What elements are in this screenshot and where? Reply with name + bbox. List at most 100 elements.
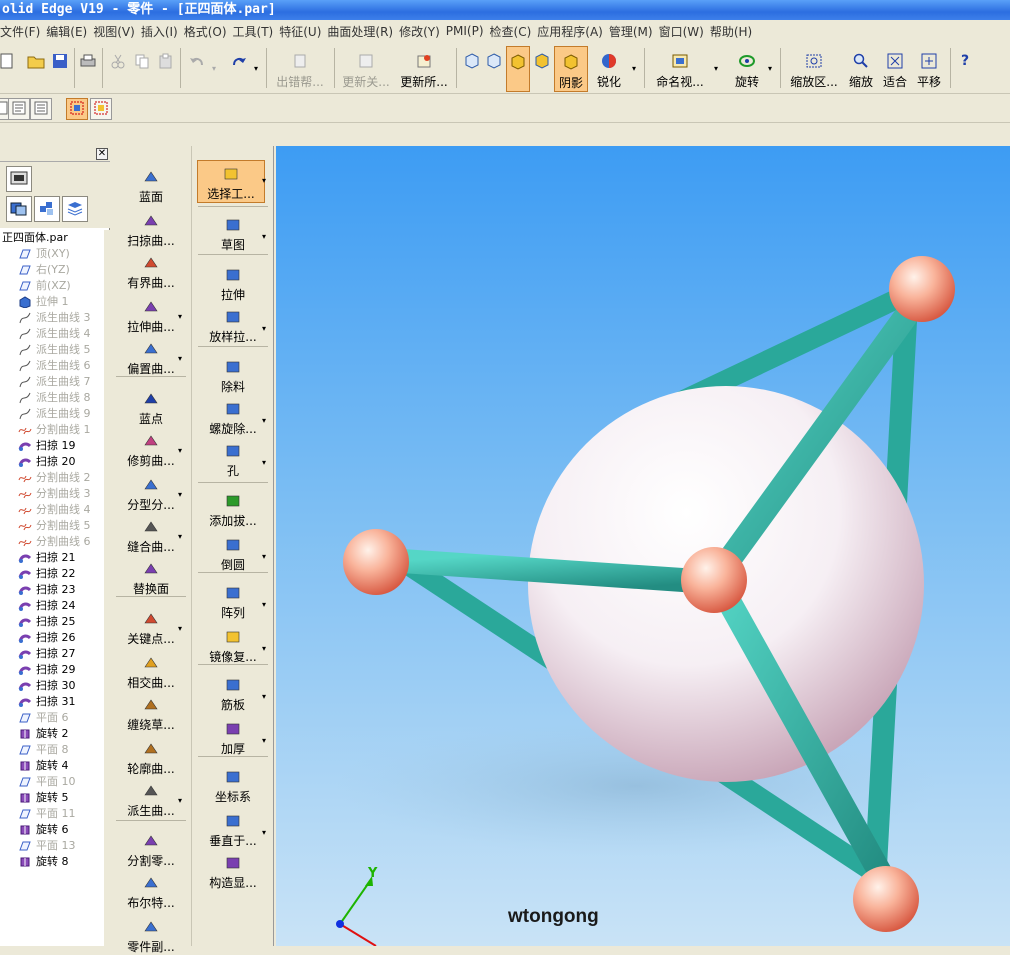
menu-tools[interactable]: 工具(T) bbox=[233, 23, 280, 40]
tree-item[interactable]: 派生曲线 4 bbox=[0, 326, 104, 342]
save-button[interactable] bbox=[50, 46, 70, 92]
rotate-dropdown-icon[interactable]: ▾ bbox=[768, 64, 772, 73]
surfacing-cmd-button[interactable]: 蓝点 bbox=[112, 390, 190, 427]
chevron-down-icon[interactable]: ▾ bbox=[262, 176, 266, 185]
tree-item[interactable]: 分割曲线 4 bbox=[0, 502, 104, 518]
chevron-down-icon[interactable]: ▾ bbox=[178, 490, 182, 499]
model-scene[interactable] bbox=[276, 146, 1010, 946]
shading-button[interactable]: 阴影 bbox=[554, 46, 588, 92]
tree-item[interactable]: 前(XZ) bbox=[0, 278, 104, 294]
menu-window[interactable]: 窗口(W) bbox=[659, 23, 710, 40]
menu-view[interactable]: 视图(V) bbox=[93, 23, 141, 40]
chevron-down-icon[interactable]: ▾ bbox=[262, 692, 266, 701]
chevron-down-icon[interactable]: ▾ bbox=[262, 600, 266, 609]
tree-item[interactable]: 平面 8 bbox=[0, 742, 104, 758]
feature-cmd-button[interactable]: 除料 bbox=[194, 358, 272, 395]
surfacing-cmd-button[interactable]: 分割零... bbox=[112, 832, 190, 869]
new-file-button[interactable] bbox=[0, 46, 14, 92]
menu-modify[interactable]: 修改(Y) bbox=[399, 23, 446, 40]
tree-item[interactable]: 扫掠 20 bbox=[0, 454, 104, 470]
tree-item[interactable]: 扫掠 25 bbox=[0, 614, 104, 630]
menu-format[interactable]: 格式(O) bbox=[184, 23, 233, 40]
tree-item[interactable]: 扫掠 19 bbox=[0, 438, 104, 454]
menu-surfacing[interactable]: 曲面处理(R) bbox=[327, 23, 399, 40]
surfacing-cmd-button[interactable]: 缠绕草... bbox=[112, 696, 190, 733]
view-dimetric-button[interactable] bbox=[484, 46, 504, 92]
tree-item[interactable]: 顶(XY) bbox=[0, 246, 104, 262]
error-help-button[interactable]: 出错帮... bbox=[272, 46, 328, 92]
sharpen-dropdown-icon[interactable]: ▾ bbox=[632, 64, 636, 73]
chevron-down-icon[interactable]: ▾ bbox=[262, 552, 266, 561]
tree-item[interactable]: 扫掠 29 bbox=[0, 662, 104, 678]
menu-inspect[interactable]: 检查(C) bbox=[490, 23, 538, 40]
tree-item[interactable]: 旋转 4 bbox=[0, 758, 104, 774]
feature-cmd-button[interactable]: 放样拉... bbox=[194, 308, 272, 345]
cut-button[interactable] bbox=[108, 46, 128, 92]
tree-item[interactable]: 派生曲线 7 bbox=[0, 374, 104, 390]
feature-cmd-button[interactable]: 加厚 bbox=[194, 720, 272, 757]
surfacing-cmd-button[interactable]: 替换面 bbox=[112, 560, 190, 597]
chevron-down-icon[interactable]: ▾ bbox=[178, 796, 182, 805]
tree-item[interactable]: 旋转 8 bbox=[0, 854, 104, 870]
tab-feature-library[interactable] bbox=[6, 166, 32, 192]
chevron-down-icon[interactable]: ▾ bbox=[262, 232, 266, 241]
pathfinder-scrollbar[interactable] bbox=[104, 230, 110, 946]
doc-list-button[interactable] bbox=[30, 98, 52, 120]
rotate-button[interactable]: 旋转 bbox=[730, 46, 764, 92]
menu-pmi[interactable]: PMI(P) bbox=[446, 24, 490, 38]
vertex-node-left[interactable] bbox=[343, 529, 409, 595]
surfacing-cmd-button[interactable]: 蓝面 bbox=[112, 168, 190, 205]
chevron-down-icon[interactable]: ▾ bbox=[262, 458, 266, 467]
tree-item[interactable]: 扫掠 24 bbox=[0, 598, 104, 614]
tree-item[interactable]: 扫掠 26 bbox=[0, 630, 104, 646]
doc-page-button[interactable] bbox=[8, 98, 30, 120]
tree-item[interactable]: 派生曲线 3 bbox=[0, 310, 104, 326]
feature-cmd-button[interactable]: 构造显... bbox=[194, 854, 272, 891]
tree-item[interactable]: 平面 13 bbox=[0, 838, 104, 854]
chevron-down-icon[interactable]: ▾ bbox=[178, 312, 182, 321]
surfacing-cmd-button[interactable]: 轮廓曲... bbox=[112, 740, 190, 777]
feature-cmd-button[interactable]: 坐标系 bbox=[194, 768, 272, 805]
tree-item[interactable]: 扫掠 23 bbox=[0, 582, 104, 598]
tab-pathfinder[interactable] bbox=[6, 196, 32, 222]
redo-dropdown-icon[interactable]: ▾ bbox=[254, 64, 258, 73]
feature-cmd-button[interactable]: 选择工... bbox=[197, 160, 265, 203]
tree-item[interactable]: 平面 6 bbox=[0, 710, 104, 726]
chevron-down-icon[interactable]: ▾ bbox=[178, 354, 182, 363]
tree-item[interactable]: 旋转 6 bbox=[0, 822, 104, 838]
graphics-window[interactable]: Y wtongong bbox=[276, 146, 1010, 946]
view-iso-button[interactable] bbox=[462, 46, 482, 92]
feature-cmd-button[interactable]: 螺旋除... bbox=[194, 400, 272, 437]
tree-item[interactable]: 扫掠 31 bbox=[0, 694, 104, 710]
tab-family-parts[interactable] bbox=[34, 196, 60, 222]
update-all-button[interactable]: 更新所... bbox=[396, 46, 452, 92]
tree-item[interactable]: 分割曲线 5 bbox=[0, 518, 104, 534]
feature-cmd-button[interactable]: 阵列 bbox=[194, 584, 272, 621]
tree-item[interactable]: 分割曲线 1 bbox=[0, 422, 104, 438]
pan-button[interactable]: 平移 bbox=[914, 46, 944, 92]
vertex-node-bottom[interactable] bbox=[853, 866, 919, 932]
tree-item[interactable]: 派生曲线 6 bbox=[0, 358, 104, 374]
context-help-button[interactable]: ? bbox=[954, 46, 976, 92]
menu-manage[interactable]: 管理(M) bbox=[609, 23, 659, 40]
tree-item[interactable]: 派生曲线 9 bbox=[0, 406, 104, 422]
surfacing-cmd-button[interactable]: 布尔特... bbox=[112, 874, 190, 911]
surfacing-cmd-button[interactable]: 相交曲... bbox=[112, 654, 190, 691]
chevron-down-icon[interactable]: ▾ bbox=[178, 446, 182, 455]
menu-applications[interactable]: 应用程序(A) bbox=[537, 23, 609, 40]
tree-item[interactable]: 平面 10 bbox=[0, 774, 104, 790]
tree-item[interactable]: 扫掠 22 bbox=[0, 566, 104, 582]
surfacing-cmd-button[interactable]: 零件副... bbox=[112, 918, 190, 955]
undo-dropdown-icon[interactable]: ▾ bbox=[212, 64, 216, 73]
menu-features[interactable]: 特征(U) bbox=[279, 23, 327, 40]
paste-button[interactable] bbox=[156, 46, 176, 92]
chevron-down-icon[interactable]: ▾ bbox=[262, 416, 266, 425]
feature-cmd-button[interactable]: 添加拔... bbox=[194, 492, 272, 529]
tree-item[interactable]: 分割曲线 6 bbox=[0, 534, 104, 550]
sharpen-button[interactable]: 锐化 bbox=[592, 46, 626, 92]
close-icon[interactable]: ✕ bbox=[96, 148, 108, 160]
named-view-dropdown-icon[interactable]: ▾ bbox=[714, 64, 718, 73]
redo-button[interactable] bbox=[226, 46, 252, 92]
zoom-button[interactable]: 缩放 bbox=[846, 46, 876, 92]
tree-item[interactable]: 扫掠 30 bbox=[0, 678, 104, 694]
